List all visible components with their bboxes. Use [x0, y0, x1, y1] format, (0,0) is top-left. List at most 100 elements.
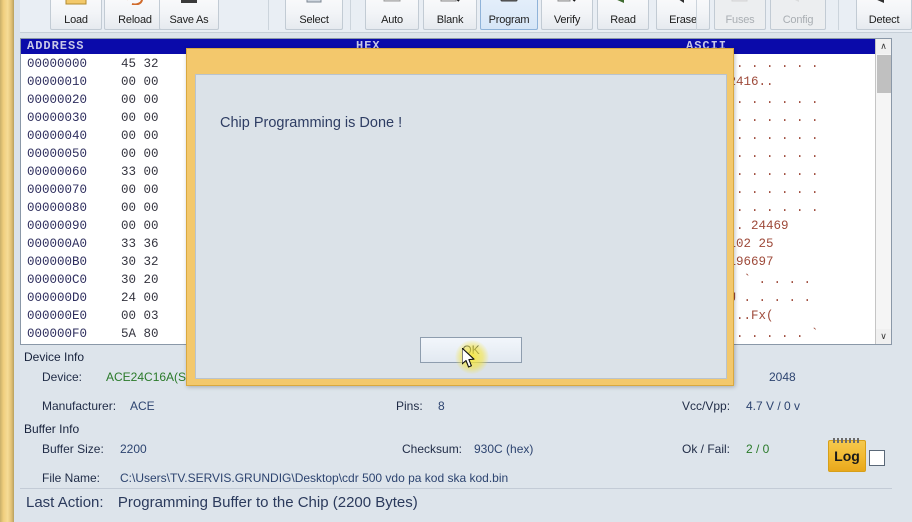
notepad-spiral-icon	[833, 438, 861, 443]
hex-row-ascii: . . . . . . .	[721, 93, 819, 107]
buffer-size-label: Buffer Size:	[42, 442, 104, 456]
main-toolbar: Load Reload Save As Select Auto Blank Program V…	[20, 0, 912, 33]
toolbar-button-label: Auto	[381, 14, 403, 26]
hex-row-address: 000000F0	[27, 327, 88, 341]
toolbar-button-verify[interactable]: Verify	[541, 0, 593, 30]
hex-row-address: 00000010	[27, 75, 88, 89]
hex-row-address: 00000060	[27, 165, 88, 179]
program-chip-icon	[498, 0, 520, 5]
dialog-message-text: Chip Programming is Done !	[220, 115, 403, 131]
toolbar-separator-2	[696, 0, 697, 30]
ok-fail-label: Ok / Fail:	[682, 442, 731, 456]
chip-select-icon	[303, 0, 325, 5]
folder-open-icon	[65, 0, 87, 5]
toolbar-button-label: Fuses	[725, 14, 755, 26]
hex-row-address: 00000020	[27, 93, 88, 107]
hex-row-bytes: 00 00	[121, 129, 167, 143]
toolbar-button-fuses: Fuses	[714, 0, 766, 30]
scroll-down-arrow-icon[interactable]: ∨	[876, 329, 891, 344]
programming-done-dialog: Chip Programming is Done ! OK	[186, 48, 734, 386]
dialog-ok-button[interactable]: OK	[420, 337, 522, 363]
toolbar-button-reload[interactable]: Reload	[104, 0, 166, 30]
config-icon	[787, 0, 809, 5]
eeprom-programmer-window: Load Reload Save As Select Auto Blank Program V…	[0, 0, 912, 522]
hex-row-bytes: 00 00	[121, 219, 167, 233]
hex-row-bytes: 00 00	[121, 75, 167, 89]
toolbar-button-read[interactable]: Read	[597, 0, 649, 30]
toolbar-button-config: Config	[770, 0, 826, 30]
hex-row-bytes: 30 20	[121, 273, 167, 287]
toolbar-button-label: Select	[299, 14, 329, 26]
toolbar-button-label: Verify	[553, 14, 581, 26]
last-action-value: Programming Buffer to the Chip (2200 Byt…	[117, 494, 418, 511]
hex-row-address: 000000A0	[27, 237, 88, 251]
hex-row-address: 00000000	[27, 57, 88, 71]
toolbar-button-select[interactable]: Select	[285, 0, 343, 30]
column-header-address: ADDRESS	[27, 39, 85, 53]
refresh-icon	[124, 0, 146, 6]
auto-run-icon	[381, 0, 403, 5]
read-chip-icon	[612, 0, 634, 5]
toolbar-button-label: Save As	[169, 14, 209, 26]
toolbar-button-blank[interactable]: Blank	[423, 0, 477, 30]
hex-row-address: 00000070	[27, 183, 88, 197]
hex-row-address: 00000090	[27, 219, 88, 233]
hex-row-bytes: 00 00	[121, 183, 167, 197]
hex-row-bytes: 00 00	[121, 111, 167, 125]
log-checkbox[interactable]	[869, 450, 885, 466]
hex-row-address: 00000050	[27, 147, 88, 161]
toolbar-button-erase[interactable]: Erase	[656, 0, 710, 30]
last-action-label: Last Action:	[26, 494, 104, 511]
hex-row-ascii: . . . . . . .	[721, 129, 819, 143]
hex-row-ascii: 5. ` . . . .	[721, 273, 812, 287]
hex-row-address: 000000C0	[27, 273, 88, 287]
toolbar-button-label: Blank	[436, 14, 464, 26]
hex-row-ascii: . . . . . . `	[721, 327, 819, 341]
toolbar-button-label: Load	[64, 14, 88, 26]
toolbar-button-auto[interactable]: Auto	[365, 0, 419, 30]
toolbar-separator-1	[350, 0, 351, 30]
last-action-status: Last Action: Programming Buffer to the C…	[26, 494, 418, 511]
toolbar-button-load[interactable]: Load	[50, 0, 102, 30]
toolbar-button-label: Read	[610, 14, 636, 26]
buffer-info-panel: Buffer Info Buffer Size: 2200 Checksum: …	[24, 420, 894, 485]
hex-row-bytes: 00 03	[121, 309, 167, 323]
log-button-label: Log	[834, 448, 860, 464]
hex-row-address: 00000080	[27, 201, 88, 215]
hex-row-bytes: 00 00	[121, 201, 167, 215]
checksum-label: Checksum:	[402, 442, 463, 456]
hex-row-ascii: . . . . . . .	[721, 183, 819, 197]
hex-viewer-scrollbar[interactable]: ∧ ∨	[875, 39, 891, 344]
hex-row-bytes: 00 00	[121, 93, 167, 107]
blank-check-icon	[439, 0, 461, 5]
manufacturer-label: Manufacturer:	[42, 399, 117, 413]
hex-row-ascii: . . . . . . .	[721, 111, 819, 125]
toolbar-button-detect[interactable]: Detect	[856, 0, 912, 30]
toolbar-button-program[interactable]: Program	[480, 0, 538, 30]
fuses-icon	[729, 0, 751, 5]
log-button[interactable]: Log	[828, 438, 866, 472]
hex-row-ascii: . . . . . . .	[721, 57, 819, 71]
device-info-title: Device Info	[24, 350, 85, 364]
toolbar-button-label: Config	[782, 14, 814, 26]
hex-row-bytes: 5A 80	[121, 327, 167, 341]
floppy-disk-icon	[178, 0, 200, 5]
pins-label: Pins:	[396, 399, 423, 413]
hex-row-ascii: . . . . . . .	[721, 165, 819, 179]
hex-row-ascii: . . . . . . .	[721, 147, 819, 161]
hex-row-bytes: 33 36	[121, 237, 167, 251]
hex-row-address: 000000E0	[27, 309, 88, 323]
checksum-value: 930C (hex)	[474, 442, 534, 456]
scroll-up-arrow-icon[interactable]: ∧	[876, 39, 891, 54]
toolbar-button-save-as[interactable]: Save As	[159, 0, 219, 30]
hex-row-ascii: . . . . . . .	[721, 201, 819, 215]
toolbar-button-label: Reload	[118, 14, 152, 26]
file-name-label: File Name:	[42, 471, 101, 485]
hex-row-bytes: 00 00	[121, 147, 167, 161]
scrollbar-thumb[interactable]	[877, 55, 891, 93]
hex-row-bytes: 30 32	[121, 255, 167, 269]
toolbar-button-label: Erase	[669, 14, 697, 26]
toolbar-separator-0	[268, 0, 269, 30]
manufacturer-value: ACE	[130, 399, 155, 413]
hex-row-address: 000000D0	[27, 291, 88, 305]
